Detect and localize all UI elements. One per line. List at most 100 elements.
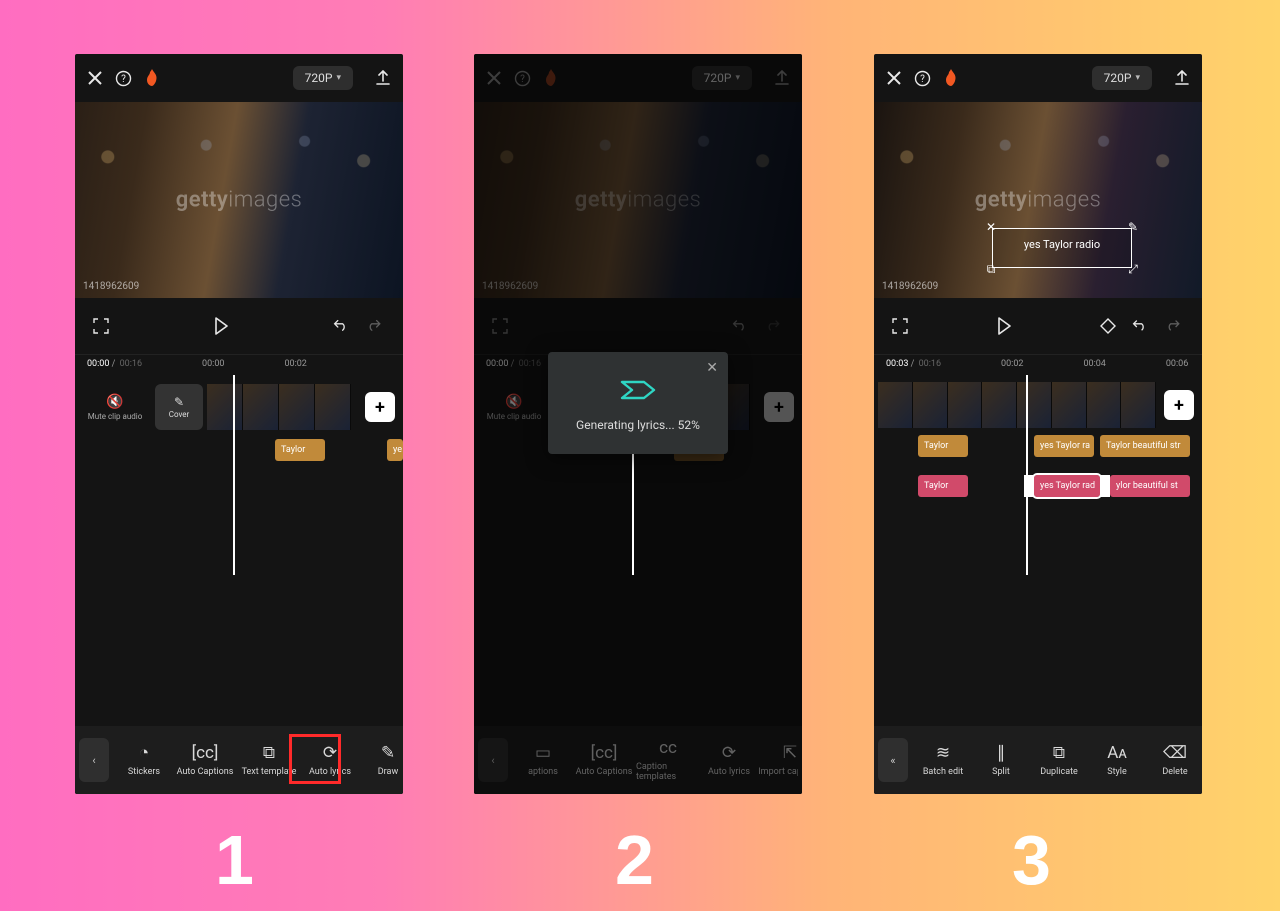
add-clip-button[interactable]: + (1164, 390, 1194, 420)
watermark-id: 1418962609 (482, 281, 538, 292)
caption-copy-handle[interactable]: ⧉ (983, 261, 999, 277)
batch-edit-icon: ≋ (936, 743, 950, 763)
tool-batch-edit[interactable]: ≋Batch edit (914, 743, 972, 777)
tool-stickers[interactable]: ◔Stickers (115, 743, 173, 777)
video-preview[interactable]: gettyimages 1418962609 (75, 102, 403, 298)
play-icon[interactable] (996, 317, 1012, 335)
close-icon[interactable] (886, 70, 902, 86)
keyframe-icon[interactable] (1100, 318, 1116, 334)
redo-icon[interactable] (1166, 318, 1184, 334)
tool-text-template[interactable]: ⧉Text template (237, 743, 301, 777)
lyric-clip[interactable]: Taylor (918, 475, 968, 497)
caption-delete-handle[interactable]: ✕ (983, 219, 999, 235)
caption-text: yes Taylor radio (993, 238, 1131, 251)
undo-icon[interactable] (1132, 318, 1150, 334)
resolution-label: 720P (305, 71, 333, 85)
video-track[interactable] (878, 382, 1156, 428)
video-track[interactable] (207, 384, 357, 430)
toolbar-back-button[interactable]: ‹ (79, 738, 109, 782)
clip-trim-handle-left[interactable] (1024, 475, 1034, 497)
help-icon: ? (514, 70, 531, 87)
tool-auto-lyrics[interactable]: ⟳Auto lyrics (301, 743, 359, 777)
fullscreen-icon[interactable] (892, 318, 908, 334)
play-icon[interactable] (213, 317, 229, 335)
transport-bar (874, 298, 1202, 354)
pencil-icon: ✎ (174, 395, 184, 409)
transport-bar (474, 298, 802, 354)
video-preview[interactable]: gettyimages 1418962609 ✕ ✎ ⧉ ⤢ yes Taylo… (874, 102, 1202, 298)
caption-edit-handle[interactable]: ✎ (1125, 219, 1141, 235)
caption-track-b[interactable]: Taylor yes Taylor rad ylor beautiful st (874, 475, 1202, 501)
tool-auto-lyrics: ⟳Auto lyrics (700, 738, 758, 782)
split-icon: ∥ (997, 743, 1006, 763)
toolbar-back-button[interactable]: « (878, 738, 908, 782)
bottom-toolbar: ‹ ▭aptions [cc]Auto Captions ccCaption t… (474, 726, 802, 794)
tool-draw[interactable]: ✎Draw (359, 743, 399, 777)
caption-clip[interactable]: Taylor (275, 439, 325, 461)
resolution-selector[interactable]: 720P ▾ (293, 66, 353, 90)
watermark: gettyimages (575, 188, 702, 213)
redo-icon[interactable] (367, 319, 385, 333)
stickers-icon: ◔ (139, 743, 149, 763)
resolution-selector[interactable]: 720P▾ (1092, 66, 1152, 90)
caption-track-a[interactable]: Taylor yes Taylor ra Taylor beautiful st… (874, 435, 1202, 461)
tool-delete[interactable]: ⌫Delete (1146, 743, 1198, 777)
step-number-3: 3 (1012, 820, 1049, 900)
bottom-toolbar: « ≋Batch edit ∥Split ⧉Duplicate AᴀStyle … (874, 726, 1202, 794)
svg-text:?: ? (520, 74, 525, 85)
timeline[interactable]: + Taylor yes Taylor ra Taylor beautiful … (874, 375, 1202, 575)
lyric-clip[interactable]: ylor beautiful st (1110, 475, 1190, 497)
step-number-1: 1 (215, 820, 252, 900)
caption-clip[interactable]: yes Taylor ra (1034, 435, 1094, 457)
caption-track[interactable]: Taylor ye (75, 439, 403, 465)
time-ruler: 00:03 / 00:16 00:02 00:04 00:06 (874, 354, 1202, 375)
help-icon[interactable]: ? (115, 70, 132, 87)
cover-button[interactable]: ✎ Cover (155, 384, 203, 430)
export-icon[interactable] (1174, 70, 1190, 86)
caption-resize-handle[interactable]: ⤢ (1125, 261, 1141, 277)
flame-icon (543, 69, 559, 87)
close-icon (486, 70, 502, 86)
mute-clip-audio[interactable]: 🔇 Mute clip audio (75, 394, 155, 421)
lyric-clip-selected[interactable]: yes Taylor rad (1034, 475, 1100, 497)
auto-captions-icon: [cc] (192, 743, 219, 763)
bottom-toolbar: ‹ ◔Stickers [cc]Auto Captions ⧉Text temp… (75, 726, 403, 794)
tool-captions: ▭aptions (514, 738, 572, 782)
playhead[interactable] (233, 375, 235, 575)
toolbar-back-button: ‹ (478, 738, 508, 782)
fullscreen-icon[interactable] (93, 318, 109, 334)
help-icon[interactable]: ? (914, 70, 931, 87)
resolution-selector: 720P▾ (692, 66, 752, 90)
tool-auto-captions[interactable]: [cc]Auto Captions (173, 743, 237, 777)
flame-icon[interactable] (943, 69, 959, 87)
generating-lyrics-modal: ✕ Generating lyrics... 52% (548, 352, 728, 454)
watermark-id: 1418962609 (882, 281, 938, 292)
transport-bar (75, 298, 403, 354)
caption-selection[interactable]: ✕ ✎ ⧉ ⤢ yes Taylor radio (992, 228, 1132, 268)
step-number-2: 2 (615, 820, 652, 900)
delete-icon: ⌫ (1163, 743, 1187, 763)
tool-caption-templates: ccCaption templates (636, 738, 700, 782)
tool-style[interactable]: AᴀStyle (1088, 743, 1146, 777)
add-clip-button[interactable]: + (365, 392, 395, 422)
export-icon[interactable] (375, 70, 391, 86)
tool-split[interactable]: ∥Split (972, 743, 1030, 777)
undo-icon[interactable] (333, 319, 351, 333)
modal-status-text: Generating lyrics... 52% (558, 418, 718, 432)
caption-clip[interactable]: Taylor beautiful str (1100, 435, 1190, 457)
phone-screen-1: ? 720P ▾ gettyimages 1418962609 (75, 54, 403, 794)
app-logo-icon (618, 378, 658, 402)
mute-clip-audio: 🔇Mute clip audio (474, 394, 554, 421)
video-preview: gettyimages 1418962609 (474, 102, 802, 298)
tool-duplicate[interactable]: ⧉Duplicate (1030, 743, 1088, 777)
caption-clip[interactable]: Taylor (918, 435, 968, 457)
clip-trim-handle-right[interactable] (1100, 475, 1110, 497)
caption-clip[interactable]: ye (387, 439, 403, 461)
flame-icon[interactable] (144, 69, 160, 87)
timeline[interactable]: 🔇 Mute clip audio ✎ Cover + Taylor ye (75, 375, 403, 575)
speaker-icon: 🔇 (75, 394, 155, 410)
close-icon[interactable] (87, 70, 103, 86)
caret-down-icon: ▾ (336, 73, 341, 83)
modal-close-icon[interactable]: ✕ (706, 360, 718, 376)
export-icon (774, 70, 790, 86)
